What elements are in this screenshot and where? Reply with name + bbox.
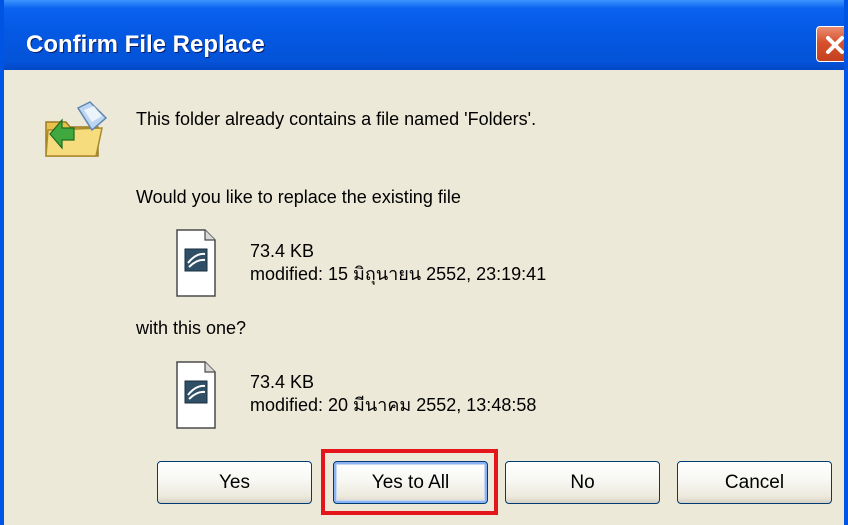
- no-button[interactable]: No: [505, 461, 660, 504]
- confirm-file-replace-dialog: Confirm File Replace This folder already…: [0, 0, 848, 525]
- file-icon: [176, 361, 216, 433]
- title-bar[interactable]: Confirm File Replace: [4, 0, 844, 70]
- yes-to-all-button[interactable]: Yes to All: [333, 461, 488, 504]
- message-existing-file: This folder already contains a file name…: [136, 109, 537, 129]
- window-title: Confirm File Replace: [26, 31, 265, 58]
- yes-button[interactable]: Yes: [157, 461, 312, 504]
- close-button[interactable]: [816, 26, 844, 62]
- new-file-modified: modified: 20 มีนาคม 2552, 13:48:58: [250, 395, 537, 415]
- folder-move-icon: [40, 100, 112, 166]
- existing-file-modified: modified: 15 มิถุนายน 2552, 23:19:41: [250, 264, 547, 284]
- message-replace-question: Would you like to replace the existing f…: [136, 187, 461, 207]
- cancel-button[interactable]: Cancel: [677, 461, 832, 504]
- new-file-info: 73.4 KB modified: 20 มีนาคม 2552, 13:48:…: [250, 371, 536, 417]
- file-icon: [176, 229, 216, 301]
- message-with-this-one: with this one?: [136, 318, 247, 338]
- existing-file-size: 73.4 KB: [250, 241, 315, 261]
- new-file-size: 73.4 KB: [250, 372, 315, 392]
- existing-file-info: 73.4 KB modified: 15 มิถุนายน 2552, 23:1…: [250, 240, 546, 286]
